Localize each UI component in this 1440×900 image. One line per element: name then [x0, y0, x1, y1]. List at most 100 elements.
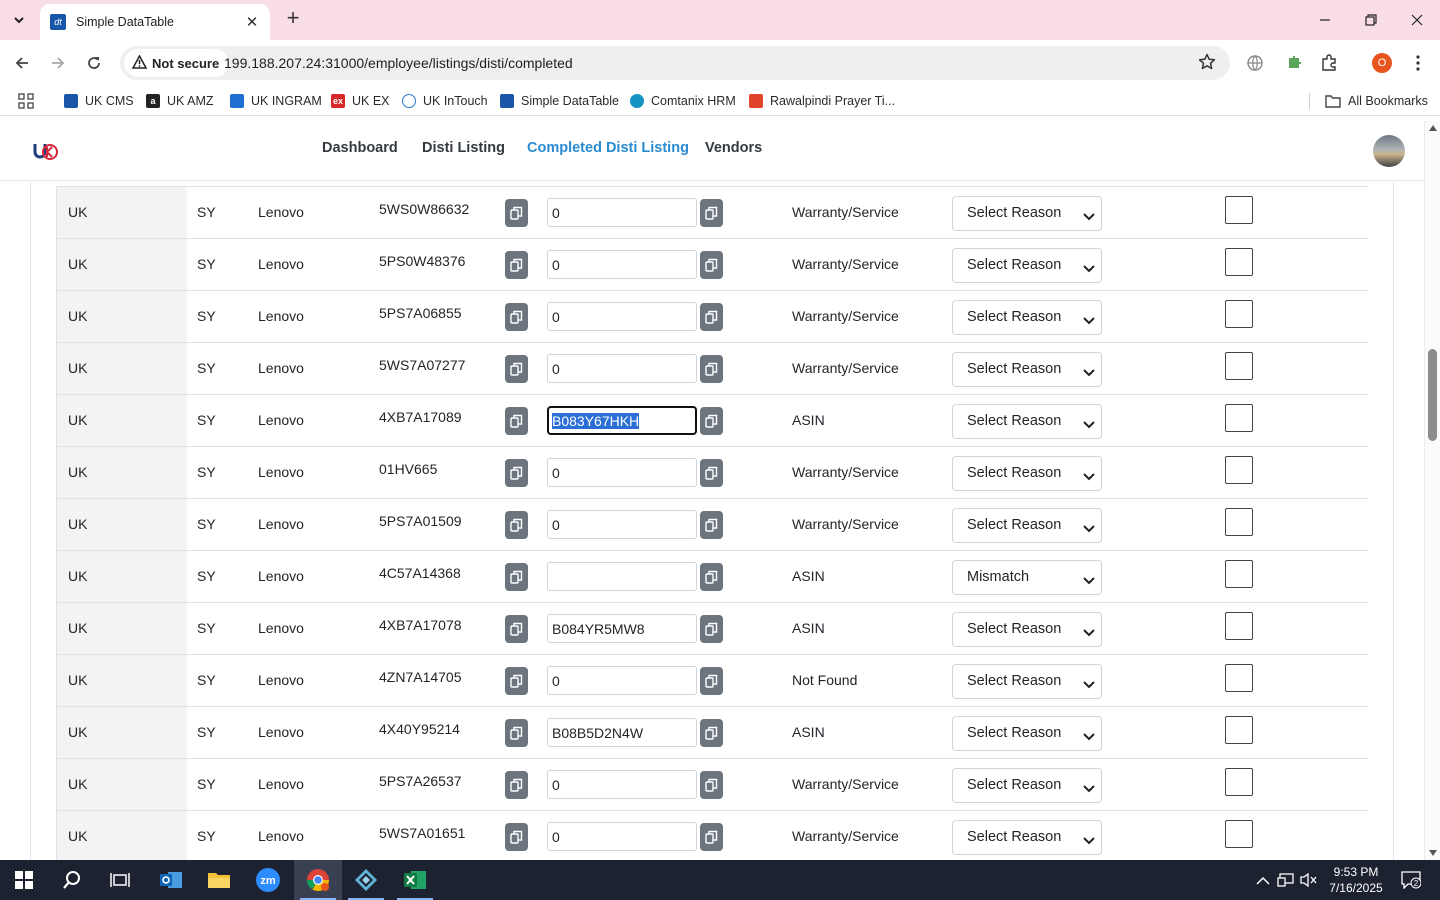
- chrome-app[interactable]: [294, 860, 342, 900]
- copy-part-button[interactable]: [505, 563, 528, 591]
- copy-part-button[interactable]: [505, 823, 528, 851]
- asin-input[interactable]: [547, 718, 697, 747]
- zoom-app[interactable]: zm: [244, 860, 292, 900]
- copy-part-button[interactable]: [505, 407, 528, 435]
- row-checkbox[interactable]: [1225, 404, 1253, 432]
- row-checkbox[interactable]: [1225, 612, 1253, 640]
- address-bar[interactable]: Not secure 199.188.207.24:31000/employee…: [120, 46, 1230, 80]
- asin-input[interactable]: [547, 354, 697, 383]
- row-checkbox[interactable]: [1225, 664, 1253, 692]
- all-bookmarks-button[interactable]: All Bookmarks: [1325, 92, 1428, 110]
- bookmark-uk-amz[interactable]: a UK AMZ: [146, 92, 214, 110]
- row-checkbox[interactable]: [1225, 456, 1253, 484]
- user-avatar[interactable]: [1373, 135, 1405, 167]
- asin-input[interactable]: [547, 666, 697, 695]
- copy-asin-button[interactable]: [700, 251, 723, 279]
- copy-part-button[interactable]: [505, 667, 528, 695]
- tab-close-icon[interactable]: ✕: [244, 13, 260, 31]
- bookmark-uk-ex[interactable]: ex UK EX: [331, 92, 390, 110]
- bookmark-simple-datatable[interactable]: Simple DataTable: [500, 92, 619, 110]
- copy-part-button[interactable]: [505, 199, 528, 227]
- minimize-button[interactable]: [1313, 8, 1337, 32]
- copy-asin-button[interactable]: [700, 407, 723, 435]
- copy-asin-button[interactable]: [700, 511, 723, 539]
- row-checkbox[interactable]: [1225, 508, 1253, 536]
- new-tab-button[interactable]: +: [282, 7, 304, 30]
- reason-select[interactable]: Select Reason: [952, 352, 1102, 387]
- forward-arrow-icon[interactable]: [47, 52, 69, 74]
- asin-input[interactable]: [547, 302, 697, 331]
- copy-asin-button[interactable]: [700, 303, 723, 331]
- back-arrow-icon[interactable]: [11, 52, 33, 74]
- outlook-app[interactable]: [147, 860, 195, 900]
- scroll-up-arrow-icon[interactable]: [1429, 125, 1437, 131]
- asin-input[interactable]: [547, 614, 697, 643]
- profile-avatar[interactable]: O: [1372, 53, 1392, 73]
- page-scrollbar[interactable]: [1424, 121, 1440, 860]
- extension-puzzle-green-icon[interactable]: [1283, 52, 1305, 74]
- asin-input[interactable]: [547, 770, 697, 799]
- reason-select[interactable]: Select Reason: [952, 508, 1102, 543]
- bookmark-comtanix-hrm[interactable]: Comtanix HRM: [630, 92, 736, 110]
- row-checkbox[interactable]: [1225, 768, 1253, 796]
- row-checkbox[interactable]: [1225, 196, 1253, 224]
- bookmark-rawalpindi-prayer[interactable]: Rawalpindi Prayer Ti...: [749, 92, 895, 110]
- row-checkbox[interactable]: [1225, 248, 1253, 276]
- asin-input[interactable]: [547, 198, 697, 227]
- taskbar-search-button[interactable]: [48, 860, 96, 900]
- nav-vendors[interactable]: Vendors: [705, 140, 762, 156]
- uk-logo-icon[interactable]: [33, 139, 59, 163]
- reason-select[interactable]: Mismatch: [952, 560, 1102, 595]
- asin-input[interactable]: [547, 458, 697, 487]
- asin-input[interactable]: [547, 510, 697, 539]
- copy-part-button[interactable]: [505, 771, 528, 799]
- copy-part-button[interactable]: [505, 355, 528, 383]
- reason-select[interactable]: Select Reason: [952, 248, 1102, 283]
- bookmark-uk-ingram[interactable]: UK INGRAM: [230, 92, 322, 110]
- copy-asin-button[interactable]: [700, 615, 723, 643]
- reload-icon[interactable]: [83, 52, 105, 74]
- notification-center-icon[interactable]: 2: [1400, 871, 1422, 889]
- reason-select[interactable]: Select Reason: [952, 196, 1102, 231]
- generic-app[interactable]: [342, 860, 390, 900]
- nav-disti-listing[interactable]: Disti Listing: [422, 140, 505, 156]
- row-checkbox[interactable]: [1225, 560, 1253, 588]
- copy-asin-button[interactable]: [700, 719, 723, 747]
- copy-asin-button[interactable]: [700, 771, 723, 799]
- asin-input[interactable]: [547, 562, 697, 591]
- excel-app[interactable]: [391, 860, 439, 900]
- reason-select[interactable]: Select Reason: [952, 716, 1102, 751]
- scroll-thumb[interactable]: [1428, 349, 1437, 441]
- bookmark-star-icon[interactable]: [1198, 53, 1216, 74]
- reason-select[interactable]: Select Reason: [952, 664, 1102, 699]
- row-checkbox[interactable]: [1225, 716, 1253, 744]
- asin-input[interactable]: [547, 250, 697, 279]
- copy-part-button[interactable]: [505, 459, 528, 487]
- row-checkbox[interactable]: [1225, 352, 1253, 380]
- translate-icon[interactable]: [1244, 52, 1266, 74]
- security-chip[interactable]: Not secure: [124, 49, 230, 77]
- copy-asin-button[interactable]: [700, 355, 723, 383]
- copy-asin-button[interactable]: [700, 823, 723, 851]
- row-checkbox[interactable]: [1225, 820, 1253, 848]
- copy-asin-button[interactable]: [700, 667, 723, 695]
- file-explorer-app[interactable]: [195, 860, 243, 900]
- copy-part-button[interactable]: [505, 251, 528, 279]
- start-button[interactable]: [0, 860, 48, 900]
- reason-select[interactable]: Select Reason: [952, 768, 1102, 803]
- apps-grid-icon[interactable]: [18, 92, 34, 110]
- copy-part-button[interactable]: [505, 303, 528, 331]
- nav-completed-disti-listing[interactable]: Completed Disti Listing: [527, 140, 689, 156]
- copy-asin-button[interactable]: [700, 199, 723, 227]
- browser-tab[interactable]: dt Simple DataTable ✕: [40, 4, 270, 40]
- system-clock[interactable]: 9:53 PM 7/16/2025: [1318, 864, 1394, 896]
- extensions-icon[interactable]: [1318, 52, 1340, 74]
- copy-part-button[interactable]: [505, 719, 528, 747]
- reason-select[interactable]: Select Reason: [952, 820, 1102, 855]
- nav-dashboard[interactable]: Dashboard: [322, 140, 398, 156]
- reason-select[interactable]: Select Reason: [952, 300, 1102, 335]
- menu-dots-icon[interactable]: [1407, 52, 1429, 74]
- reason-select[interactable]: Select Reason: [952, 404, 1102, 439]
- bookmark-uk-intouch[interactable]: UK InTouch: [402, 92, 488, 110]
- bookmark-uk-cms[interactable]: UK CMS: [64, 92, 134, 110]
